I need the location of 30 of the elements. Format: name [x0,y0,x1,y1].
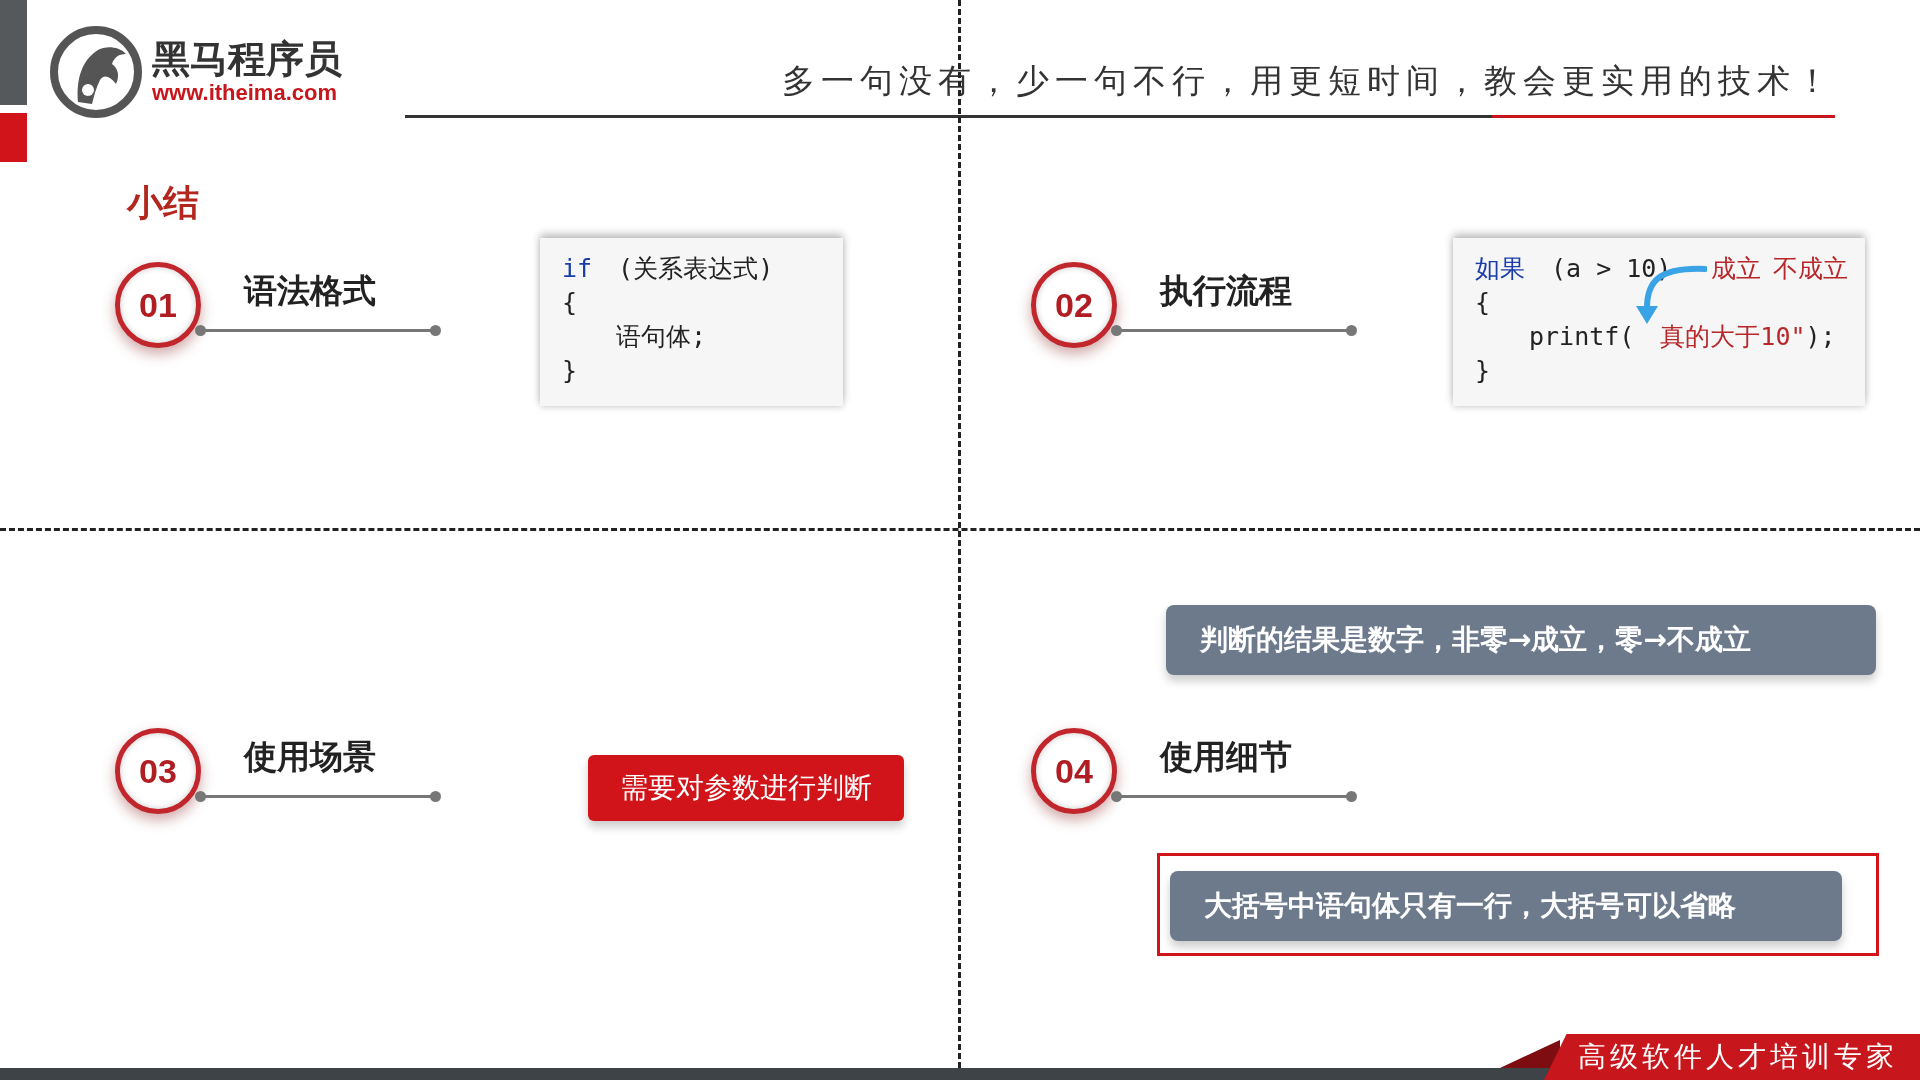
code-string: 真的大于10" [1660,321,1806,353]
section-title: 语法格式 [242,269,376,312]
code-text: { [1475,287,1491,319]
scenario-label: 需要对参数进行判断 [588,755,904,821]
section-title: 使用场景 [242,735,376,778]
accent-block [0,113,27,162]
code-text: printf( [1529,321,1635,353]
code-text: { [562,287,578,319]
annotation-label: 成立 [1711,253,1762,285]
code-keyword: 如果 [1475,253,1525,285]
annotation-label: 不成立 [1773,253,1849,285]
logo-name: 黑马程序员 [152,39,342,81]
number-badge: 01 [115,262,201,348]
code-text: ); [1805,321,1836,353]
section-title: 使用细节 [1158,735,1292,778]
section-title: 执行流程 [1158,269,1292,312]
number-badge: 04 [1031,728,1117,814]
number-badge: 03 [115,728,201,814]
footer-banner: 高级软件人才培训专家 [1544,1034,1920,1080]
note-label: 大括号中语句体只有一行，大括号可以省略 [1170,871,1842,941]
note-label: 判断的结果是数字，非零→成立，零→不成立 [1166,605,1876,675]
code-keyword: if [562,253,593,285]
summary-title: 小结 [127,181,199,225]
logo-url: www.itheima.com [152,80,338,105]
horse-logo-icon [48,24,144,120]
code-text: 语句体; [616,321,707,353]
number-badge: 02 [1031,262,1117,348]
code-text: } [562,355,578,387]
code-text: } [1475,355,1491,387]
code-text: (关系表达式) [618,253,774,285]
